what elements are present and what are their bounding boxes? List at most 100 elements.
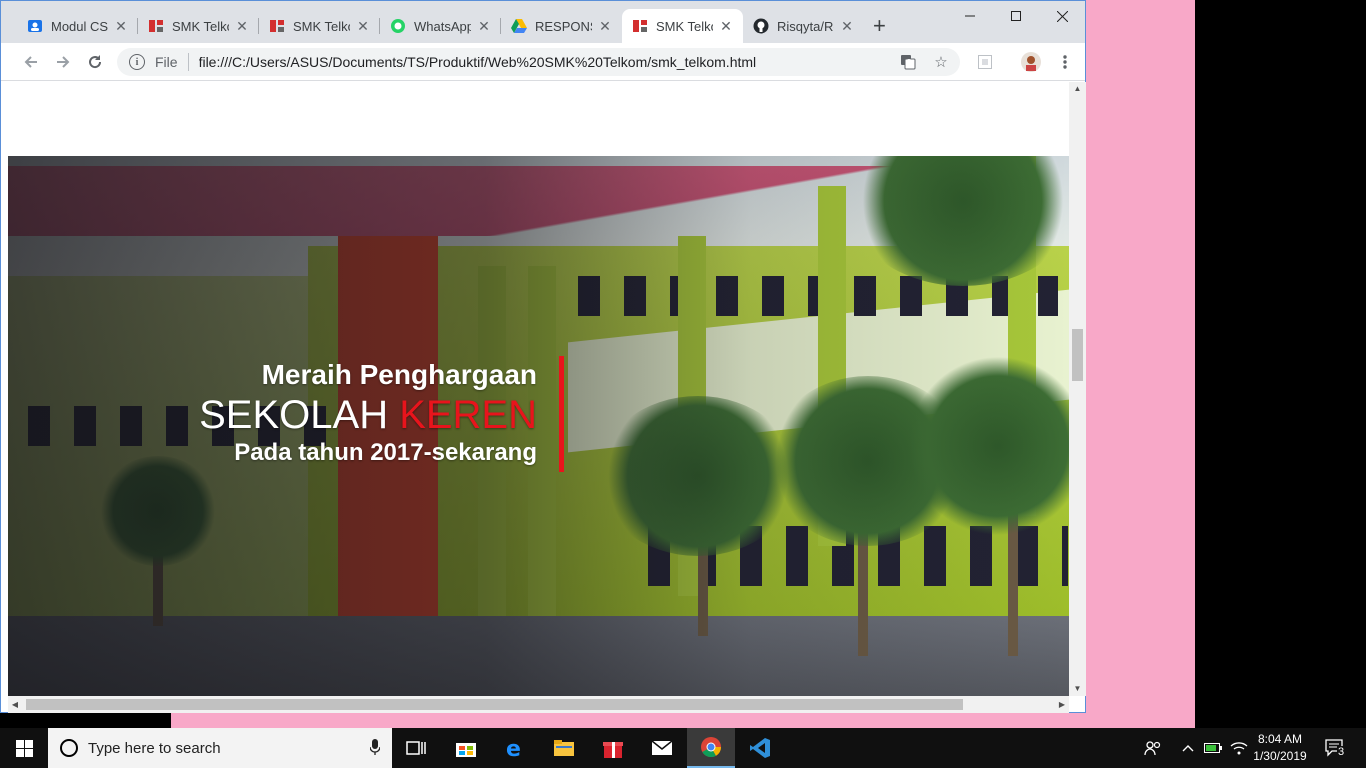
vscode-icon [750, 738, 770, 758]
close-window-button[interactable] [1039, 1, 1085, 31]
forward-arrow-icon [57, 56, 70, 68]
horizontal-scrollbar[interactable]: ◀ ▶ [8, 696, 1069, 713]
translate-icon[interactable]: G [899, 53, 917, 71]
close-icon[interactable]: ✕ [719, 18, 733, 35]
gift-app[interactable] [589, 728, 637, 768]
hero-dark-overlay [8, 156, 1069, 696]
vertical-scroll-thumb[interactable] [1072, 329, 1083, 381]
gift-icon [603, 742, 623, 758]
extension-icon[interactable] [975, 52, 995, 72]
tab-strip: Modul CSS ✕ SMK Telkom ✕ SMK Telkom ✕ Wh… [1, 1, 1085, 43]
hero-line-2-text: SEKOLAH [199, 393, 400, 437]
tab-title: SMK Telkom [293, 18, 350, 34]
tab-title: SMK Telkom [172, 18, 229, 34]
tab-github[interactable]: Risqyta/Re ✕ [743, 9, 864, 43]
windows-logo-icon [15, 739, 33, 757]
close-icon[interactable]: ✕ [235, 18, 249, 35]
scroll-up-icon[interactable]: ▲ [1069, 82, 1086, 96]
telkom-icon [269, 18, 285, 34]
file-explorer-app[interactable] [540, 728, 588, 768]
close-icon[interactable]: ✕ [840, 18, 854, 35]
start-button[interactable] [0, 728, 48, 768]
telkom-icon [148, 18, 164, 34]
tab-title: RESPONSIVE [535, 18, 592, 34]
system-clock[interactable]: 8:04 AM 1/30/2019 [1240, 731, 1320, 765]
menu-kebab-icon[interactable] [1055, 52, 1075, 72]
tab-smk-telkom-2[interactable]: SMK Telkom ✕ [259, 9, 380, 43]
browser-toolbar: i File file:///C:/Users/ASUS/Documents/T… [1, 43, 1085, 81]
scroll-left-icon[interactable]: ◀ [8, 696, 22, 713]
new-tab-button[interactable]: + [873, 15, 886, 37]
folder-icon [554, 740, 574, 756]
microphone-icon[interactable] [369, 739, 381, 759]
reload-button[interactable] [84, 51, 106, 73]
taskbar-search-box[interactable]: Type here to search [48, 728, 392, 768]
close-icon[interactable]: ✕ [598, 18, 612, 35]
hero-line-1: Meraih Penghargaan [261, 359, 537, 390]
browser-window: Modul CSS ✕ SMK Telkom ✕ SMK Telkom ✕ Wh… [0, 0, 1086, 713]
vertical-scrollbar[interactable]: ▲ ▼ [1069, 82, 1086, 696]
address-bar[interactable]: i File file:///C:/Users/ASUS/Documents/T… [117, 48, 960, 76]
tab-responsive[interactable]: RESPONSIVE ✕ [501, 9, 622, 43]
hero-banner: Meraih Penghargaan SEKOLAH KEREN Pada ta… [8, 156, 1069, 696]
info-icon[interactable]: i [129, 54, 145, 70]
scroll-down-icon[interactable]: ▼ [1069, 682, 1086, 696]
desktop-dark-region [1195, 0, 1366, 728]
back-button[interactable] [20, 51, 42, 73]
reload-icon [89, 55, 102, 69]
scroll-right-icon[interactable]: ▶ [1055, 696, 1069, 713]
people-icon[interactable] [1142, 728, 1164, 768]
bookmark-star-icon[interactable]: ☆ [932, 53, 950, 71]
task-view-button[interactable] [392, 728, 440, 768]
avatar[interactable] [1021, 52, 1041, 72]
maximize-icon [1011, 11, 1021, 21]
edge-app[interactable]: e [492, 728, 540, 768]
forward-button[interactable] [52, 51, 74, 73]
close-icon[interactable]: ✕ [114, 18, 128, 35]
store-icon [456, 743, 476, 757]
taskbar: Type here to search e 8:04 AM 1/30/2019 … [0, 728, 1366, 768]
hero-accent-bar [559, 356, 564, 472]
tab-title: Modul CSS [51, 18, 108, 34]
tab-whatsapp[interactable]: WhatsApp ✕ [380, 9, 501, 43]
vscode-app[interactable] [736, 728, 784, 768]
back-arrow-icon [24, 56, 37, 68]
action-center-button[interactable]: 3 [1320, 728, 1350, 768]
mail-app[interactable] [638, 728, 686, 768]
whatsapp-icon [390, 18, 406, 34]
close-icon[interactable]: ✕ [356, 18, 370, 35]
scheme-label: File [155, 54, 178, 70]
desktop-wallpaper-bottom [171, 712, 1195, 728]
chevron-up-icon[interactable] [1178, 728, 1198, 768]
task-view-icon [406, 741, 426, 755]
tab-smk-telkom-1[interactable]: SMK Telkom ✕ [138, 9, 259, 43]
close-icon [1056, 10, 1068, 22]
clock-time: 8:04 AM [1257, 732, 1303, 746]
hero-caption: Meraih Penghargaan SEKOLAH KEREN Pada ta… [199, 358, 537, 468]
tab-title: SMK Telkom [656, 18, 713, 34]
drive-icon [511, 18, 527, 34]
notification-count: 3 [1337, 746, 1346, 758]
tab-title: WhatsApp [414, 18, 471, 34]
chrome-app[interactable] [687, 728, 735, 768]
maximize-button[interactable] [993, 1, 1039, 31]
mail-icon [651, 740, 673, 755]
page-viewport: Meraih Penghargaan SEKOLAH KEREN Pada ta… [8, 82, 1069, 696]
github-icon [753, 18, 769, 34]
minimize-button[interactable] [947, 1, 993, 31]
edge-icon: e [506, 737, 521, 759]
horizontal-scroll-thumb[interactable] [26, 699, 963, 710]
telkom-icon [632, 18, 648, 34]
search-placeholder: Type here to search [88, 739, 221, 757]
tab-modul-css[interactable]: Modul CSS ✕ [17, 9, 138, 43]
close-icon[interactable]: ✕ [477, 18, 491, 35]
url-text[interactable]: file:///C:/Users/ASUS/Documents/TS/Produ… [199, 54, 899, 70]
battery-icon[interactable] [1202, 728, 1224, 768]
store-app[interactable] [442, 728, 490, 768]
svg-text:e: e [506, 737, 521, 759]
desktop-wallpaper [1085, 0, 1195, 728]
hero-line-3: Pada tahun 2017-sekarang [234, 439, 537, 466]
minimize-icon [965, 15, 975, 17]
tab-smk-telkom-active[interactable]: SMK Telkom ✕ [622, 9, 743, 43]
profile-icon [27, 18, 43, 34]
